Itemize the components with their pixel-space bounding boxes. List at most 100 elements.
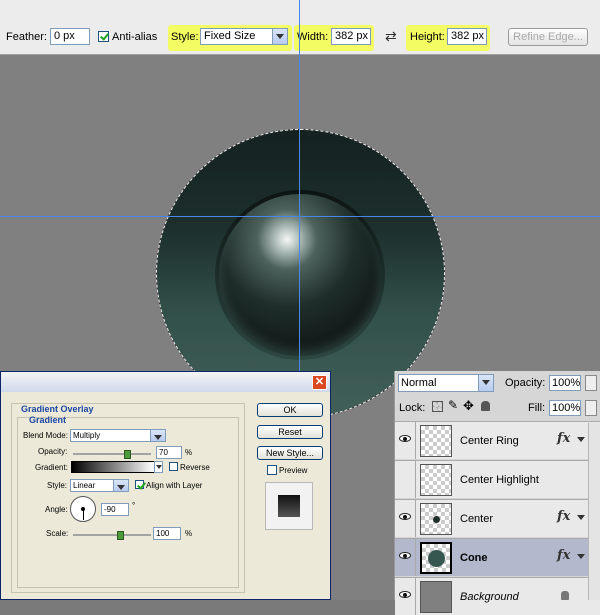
blend-mode-label: Blend Mode: — [23, 431, 68, 440]
layer-opacity-input[interactable]: 100% — [549, 375, 581, 391]
align-with-layer-label: Align with Layer — [146, 481, 203, 490]
chevron-down-icon[interactable] — [577, 554, 585, 559]
width-input[interactable]: 382 px — [331, 28, 371, 45]
center-dot-thumb — [433, 516, 440, 523]
layer-row-cone[interactable]: Cone fx — [395, 538, 600, 576]
height-label: Height: — [410, 31, 445, 43]
chevron-right-icon[interactable] — [585, 375, 597, 391]
opacity-label: Opacity: — [38, 447, 68, 456]
lock-label: Lock: — [399, 402, 426, 414]
antialias-label: Anti-alias — [112, 31, 158, 43]
scale-unit: % — [185, 529, 193, 538]
fill-input[interactable]: 100% — [549, 400, 581, 416]
style-select[interactable]: Linear — [70, 479, 129, 492]
opacity-unit: % — [185, 448, 193, 457]
new-style-button[interactable]: New Style... — [257, 446, 323, 460]
layer-row-background[interactable]: Background — [395, 577, 600, 615]
swap-arrows-icon[interactable]: ⇄ — [385, 28, 397, 45]
close-icon[interactable]: ✕ — [312, 375, 327, 390]
layer-name: Center — [460, 513, 494, 525]
lock-icon — [561, 591, 569, 600]
style-label: Style: — [171, 31, 199, 43]
layer-row-center[interactable]: Center fx — [395, 499, 600, 537]
layer-thumbnail — [420, 503, 452, 535]
angle-dial[interactable] — [70, 496, 96, 522]
style-label: Style: — [47, 481, 68, 490]
lock-all-icon[interactable] — [481, 401, 490, 411]
layer-thumbnail — [420, 542, 452, 574]
layer-opacity-label: Opacity: — [505, 377, 546, 389]
fx-icon[interactable]: fx — [557, 509, 570, 524]
layer-name: Center Highlight — [460, 474, 539, 486]
blend-mode-select[interactable]: Multiply — [70, 429, 166, 442]
opacity-slider[interactable] — [73, 453, 151, 455]
fx-icon[interactable]: fx — [557, 431, 570, 446]
lock-transparency-icon[interactable] — [432, 401, 443, 412]
eye-icon[interactable] — [399, 591, 411, 598]
chevron-down-icon[interactable] — [577, 515, 585, 520]
angle-unit: ° — [132, 501, 136, 510]
ok-button[interactable]: OK — [257, 403, 323, 417]
reverse-checkbox[interactable] — [169, 462, 178, 471]
fill-label: Fill: — [528, 402, 546, 414]
scale-slider[interactable] — [73, 534, 151, 536]
layers-scrollbar[interactable] — [588, 423, 600, 600]
gradient-swatch[interactable] — [71, 461, 155, 473]
scale-label: Scale: — [46, 529, 69, 538]
center-sphere-rim — [219, 194, 381, 356]
gradient-label: Gradient: — [35, 463, 68, 472]
chevron-down-icon[interactable] — [577, 437, 585, 442]
scale-input[interactable]: 100 — [153, 527, 181, 540]
horizontal-guide[interactable] — [0, 216, 600, 217]
preview-checkbox[interactable] — [267, 465, 277, 475]
layer-name: Background — [460, 591, 519, 603]
chevron-right-icon[interactable] — [585, 400, 597, 416]
lock-brush-icon[interactable]: ✎ — [448, 398, 458, 412]
layer-name: Cone — [460, 552, 488, 564]
reset-button[interactable]: Reset — [257, 425, 323, 439]
chevron-down-icon[interactable] — [113, 480, 128, 491]
feather-input[interactable]: 0 px — [50, 28, 90, 45]
chevron-down-icon — [156, 465, 162, 469]
opacity-slider-thumb[interactable] — [124, 450, 131, 459]
eye-icon[interactable] — [399, 513, 411, 520]
eye-icon[interactable] — [399, 552, 411, 559]
chevron-down-icon[interactable] — [272, 29, 287, 44]
layer-thumbnail — [420, 581, 452, 613]
refine-edge-button[interactable]: Refine Edge... — [508, 28, 588, 46]
layer-row-center-highlight[interactable]: Center Highlight — [395, 460, 600, 498]
chevron-down-icon[interactable] — [150, 430, 165, 441]
layer-blend-mode-select[interactable]: Normal — [398, 374, 494, 392]
angle-label: Angle: — [45, 505, 68, 514]
visibility-column — [395, 578, 416, 615]
layer-row-center-ring[interactable]: Center Ring fx — [395, 421, 600, 459]
blend-mode-value: Multiply — [73, 431, 101, 440]
preview-label: Preview — [279, 466, 308, 475]
lock-move-icon[interactable]: ✥ — [463, 398, 474, 414]
dialog-titlebar[interactable]: ✕ — [1, 372, 330, 392]
layer-style-dialog: ✕ Gradient Overlay Gradient Blend Mode: … — [0, 371, 331, 600]
fx-icon[interactable]: fx — [557, 548, 570, 563]
visibility-column — [395, 422, 416, 459]
visibility-column — [395, 461, 416, 498]
cone-disc-thumb — [428, 550, 445, 567]
opacity-input[interactable]: 70 — [156, 446, 182, 459]
chevron-down-icon[interactable] — [478, 375, 493, 391]
align-with-layer-checkbox[interactable] — [135, 480, 144, 489]
angle-dial-center — [81, 507, 85, 511]
antialias-checkbox[interactable] — [98, 31, 109, 42]
gradient-picker-arrow[interactable] — [154, 461, 163, 473]
feather-label: Feather: — [6, 31, 47, 43]
options-bar: Feather: 0 px Anti-alias Style: Fixed Si… — [0, 0, 600, 55]
layer-thumbnail — [420, 425, 452, 457]
style-select-value: Fixed Size — [204, 30, 256, 42]
eye-icon[interactable] — [399, 435, 411, 442]
style-select[interactable]: Fixed Size — [200, 28, 288, 45]
scale-slider-thumb[interactable] — [117, 531, 124, 540]
style-preview-swatch — [278, 495, 300, 517]
layer-name: Center Ring — [460, 435, 519, 447]
angle-input[interactable]: -90 — [101, 503, 129, 516]
height-input[interactable]: 382 px — [447, 28, 487, 45]
visibility-column — [395, 539, 416, 576]
style-preview-box — [265, 482, 313, 530]
